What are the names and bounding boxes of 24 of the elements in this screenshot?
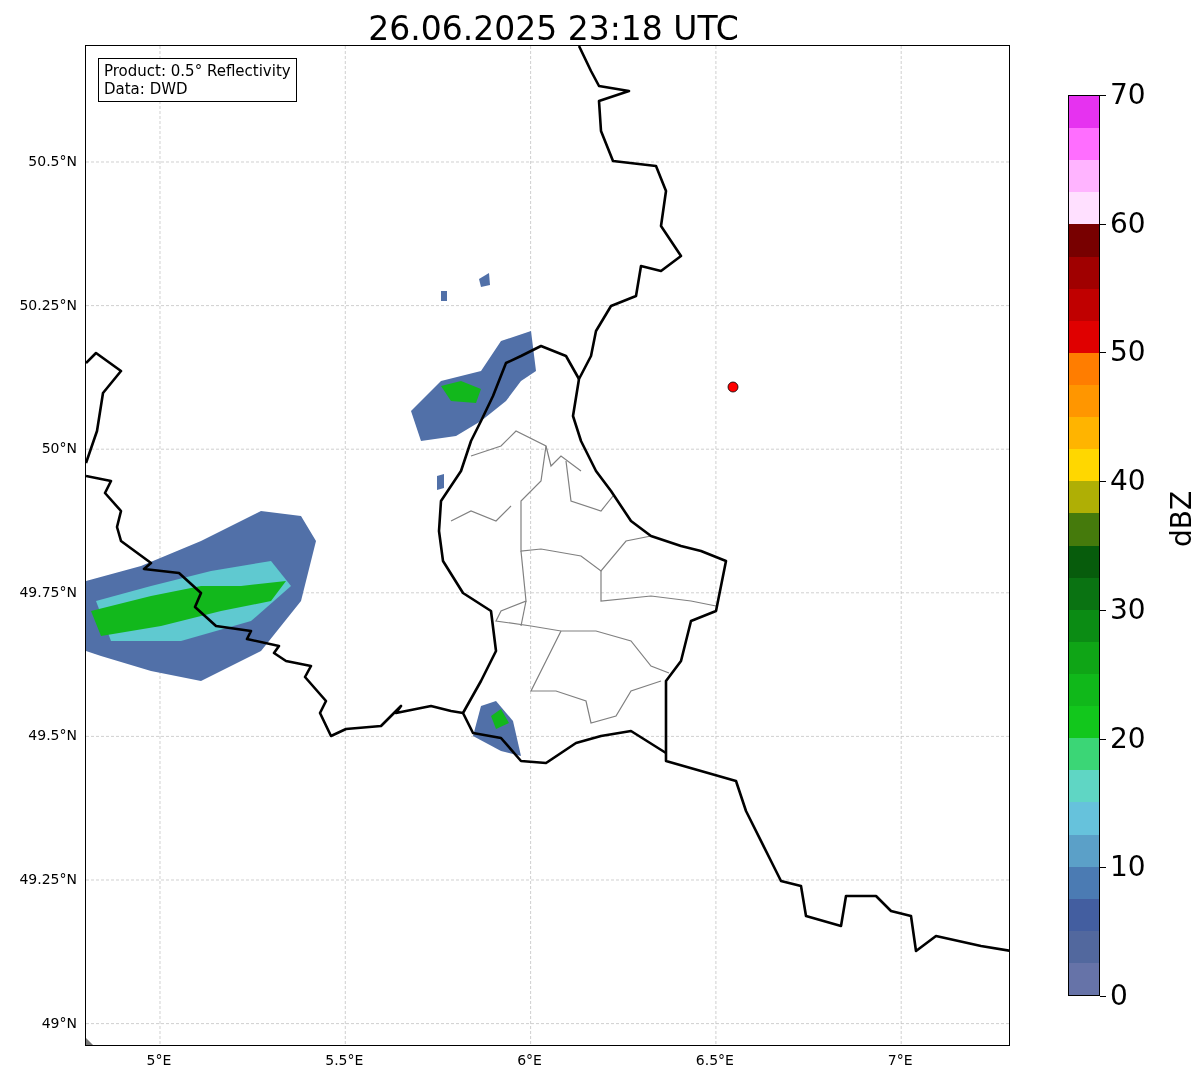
info-text: Product: 0.5° Reflectivity <box>104 62 291 80</box>
latitude-label: 50.25°N <box>19 296 77 313</box>
latitude-label: 49.75°N <box>19 583 77 600</box>
colorbar-tick-label: 0 <box>1110 982 1128 1010</box>
colorbar-tick-label: 30 <box>1110 595 1146 624</box>
longitude-label: 6°E <box>517 1052 542 1068</box>
latitude-label: 49.25°N <box>19 871 77 887</box>
colorbar-unit-label: dBZ <box>1168 490 1196 547</box>
colorbar-tick-label: 70 <box>1110 81 1146 109</box>
chart-title: 26.06.2025 23:18 UTC <box>368 12 739 45</box>
latitude-label: 49.5°N <box>28 727 77 744</box>
latitude-label: 50°N <box>41 440 77 457</box>
colorbar-tick-label: 40 <box>1110 467 1146 496</box>
colorbar-tick-label: 20 <box>1110 724 1146 753</box>
latitude-label: 49°N <box>41 1014 77 1031</box>
colorbar-tick-label: 60 <box>1110 209 1146 238</box>
longitude-label: 5.5°E <box>325 1052 364 1068</box>
colorbar-tick-label: 50 <box>1110 338 1146 367</box>
latitude-label: 50.5°N <box>28 153 77 169</box>
longitude-label: 5°E <box>146 1052 172 1068</box>
longitude-label: 7°E <box>887 1052 913 1068</box>
colorbar-tick-label: 10 <box>1110 853 1146 882</box>
longitude-label: 6.5°E <box>695 1052 734 1068</box>
info-text: Data: DWD <box>104 80 189 98</box>
